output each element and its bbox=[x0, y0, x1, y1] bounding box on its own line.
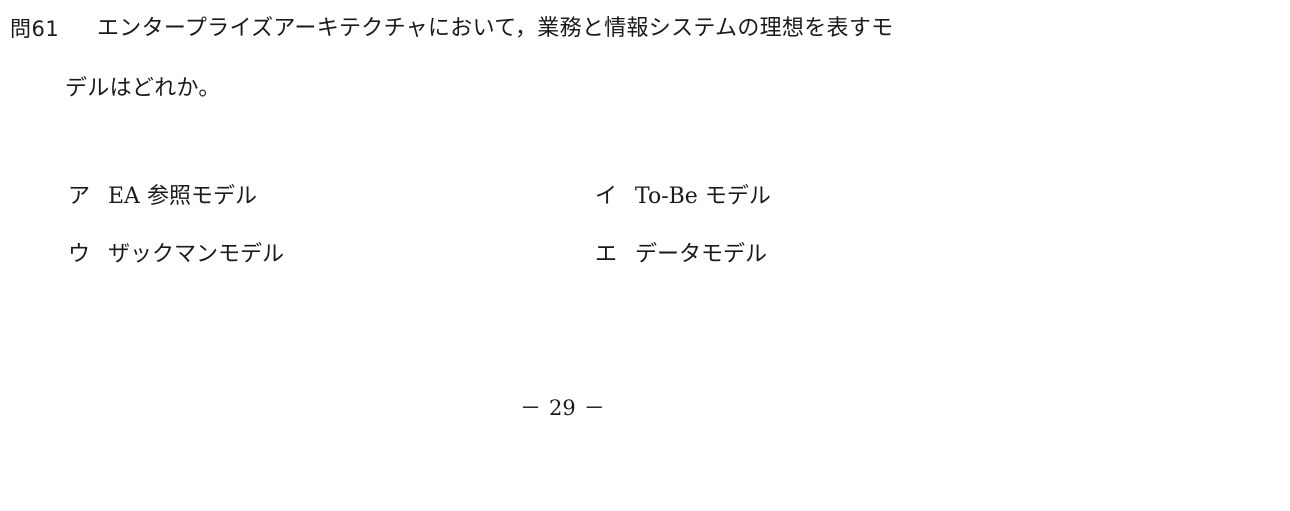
page-number-value: 29 bbox=[549, 396, 576, 420]
choice-e-text: データモデル bbox=[635, 242, 768, 267]
question-text-line-1: エンタープライズアーキテクチャにおいて，業務と情報システムの理想を表すモ bbox=[97, 16, 894, 41]
question-text-line-2: デルはどれか。 bbox=[65, 76, 221, 101]
choice-u-label: ウ bbox=[68, 242, 91, 267]
page-number: － 29 － bbox=[512, 393, 613, 423]
choice-u-text: ザックマンモデル bbox=[108, 242, 285, 267]
choice-i-text: To-Be モデル bbox=[635, 184, 771, 209]
choice-e-label: エ bbox=[595, 242, 618, 267]
choice-u: ウザックマンモデル bbox=[68, 240, 284, 270]
choice-a-text: EA 参照モデル bbox=[108, 184, 257, 209]
choice-a-label: ア bbox=[68, 184, 91, 209]
choice-i-label: イ bbox=[595, 184, 618, 209]
choice-a: ア EA 参照モデル bbox=[68, 182, 257, 212]
page-number-dash-right: － bbox=[583, 396, 605, 420]
question-number: 問61 bbox=[10, 17, 60, 41]
choice-e: エデータモデル bbox=[595, 240, 767, 270]
page-number-dash-left: － bbox=[520, 396, 541, 420]
choice-i: イ To-Be モデル bbox=[595, 182, 771, 212]
